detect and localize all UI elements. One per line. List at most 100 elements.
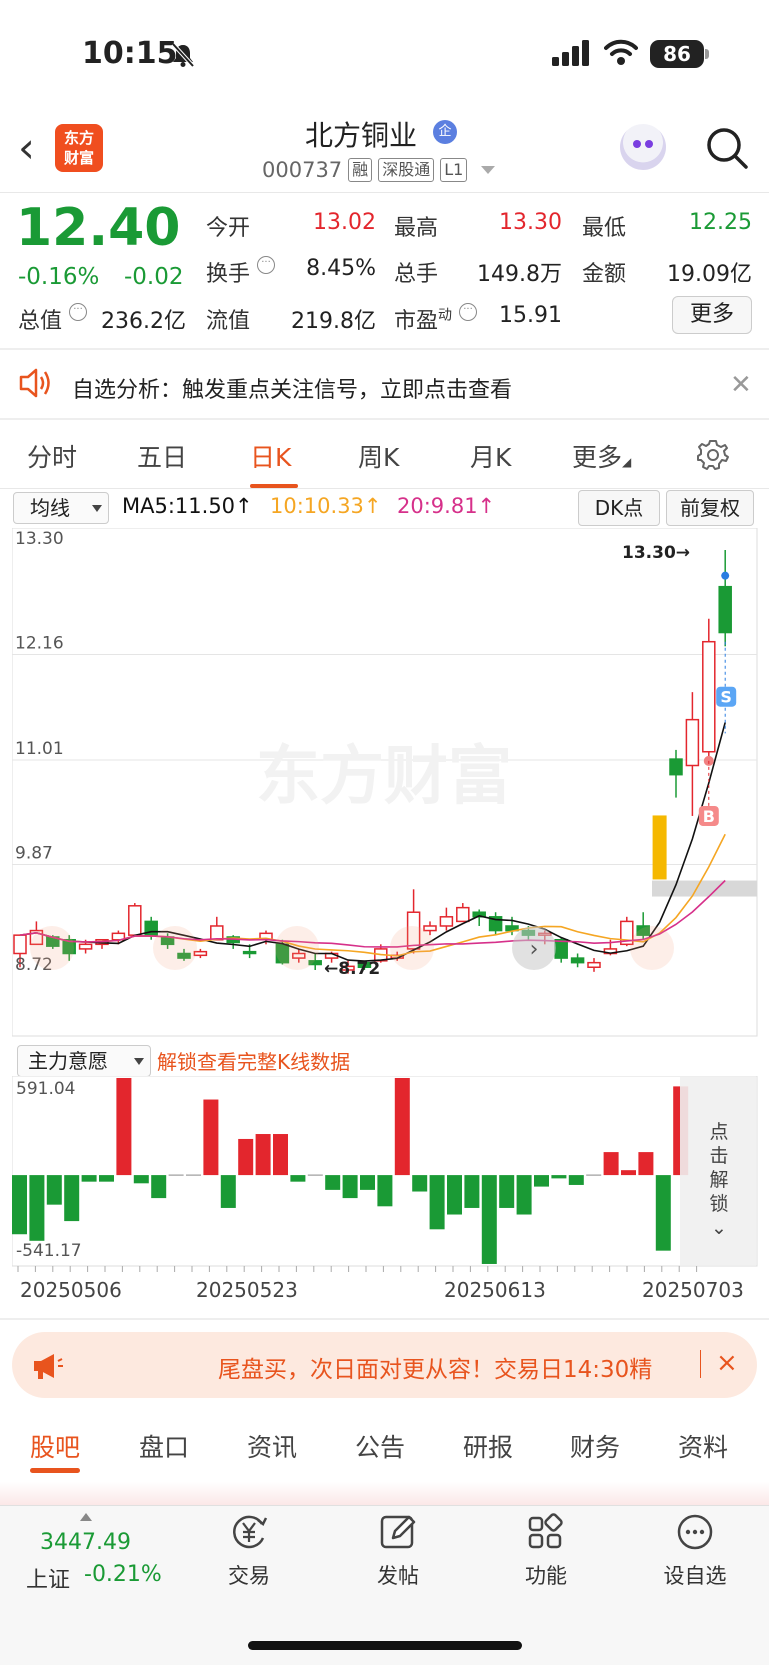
promo-text[interactable]: 尾盘买，次日面对更从容！交易日14:30精: [218, 1350, 652, 1384]
speaker-icon: [19, 368, 50, 398]
index-value[interactable]: 3447.49: [40, 1530, 131, 1555]
apps-grid-icon: [528, 1513, 563, 1549]
tab-profile[interactable]: 资料: [678, 1428, 728, 1464]
notice-text[interactable]: 自选分析：触发重点关注信号，立即点击查看: [72, 372, 512, 404]
force-bar: [238, 1138, 254, 1176]
main-force-bar-chart[interactable]: 591.04 -541.17: [12, 1076, 758, 1276]
tab-intraday[interactable]: 分时: [27, 438, 77, 474]
open-value: 13.02: [313, 210, 376, 235]
quote-divider: [0, 348, 769, 350]
more-quote-button[interactable]: 更多: [672, 296, 752, 334]
event-marker: [630, 926, 674, 970]
dropdown-arrow-icon: [134, 1058, 144, 1065]
unlock-char: 点: [709, 1121, 729, 1143]
cellular-signal-icon: [552, 40, 589, 66]
force-bar: [360, 1175, 375, 1190]
tab-daily-k[interactable]: 日K: [250, 438, 291, 474]
nav-trade-label: 交易: [228, 1564, 270, 1588]
tab-research[interactable]: 研报: [463, 1428, 513, 1464]
turnover-value: 8.45%: [306, 256, 376, 281]
unlock-char: 解: [709, 1169, 729, 1191]
candlestick-chart[interactable]: 东方财富 13.3012.1611.019.878.72 13.30→←8.72…: [12, 528, 758, 1038]
pe-value: 15.91: [499, 303, 562, 328]
candle-body: [702, 640, 716, 753]
turnover-label[interactable]: 换手 ···: [206, 256, 276, 288]
search-icon[interactable]: [705, 126, 749, 170]
megaphone-icon: [34, 1354, 63, 1379]
tab-news[interactable]: 资讯: [247, 1428, 297, 1464]
amount-label: 金额: [582, 262, 627, 287]
tab-weekly-k[interactable]: 周K: [358, 438, 399, 474]
tab-announcements[interactable]: 公告: [355, 1428, 405, 1464]
dk-point-button[interactable]: DK点: [578, 490, 660, 526]
force-bar: [447, 1175, 462, 1215]
notice-close-icon[interactable]: ✕: [730, 370, 752, 400]
candle-body: [456, 906, 470, 923]
lower-indicator-select[interactable]: 主力意愿: [17, 1045, 151, 1077]
logo-text: 东方财富: [63, 129, 94, 167]
home-indicator[interactable]: [248, 1641, 522, 1650]
nav-add-watchlist[interactable]: 设自选: [650, 1512, 740, 1590]
tab-more[interactable]: 更多◢: [572, 438, 631, 474]
force-bar: [203, 1099, 219, 1176]
indicator-select-label: 均线: [30, 496, 70, 520]
force-bar: [621, 1170, 636, 1176]
nav-post[interactable]: 发帖: [353, 1512, 443, 1590]
min-price-label: ←8.72: [324, 959, 380, 979]
back-button[interactable]: ‹: [18, 127, 35, 169]
force-bar: [81, 1175, 97, 1182]
tab-five-day[interactable]: 五日: [137, 438, 187, 474]
pe-label[interactable]: 市盈动 ···: [394, 303, 478, 335]
banner-close-icon[interactable]: ×: [716, 1348, 738, 1378]
tag-connect: 深股通: [378, 158, 435, 182]
mktcap-label[interactable]: 总值 ···: [18, 303, 88, 335]
index-name[interactable]: 上证: [26, 1562, 70, 1594]
amount-value: 19.09亿: [667, 262, 752, 287]
low-value: 12.25: [689, 210, 752, 235]
force-bar: [638, 1152, 654, 1176]
gear-icon[interactable]: [696, 438, 730, 472]
battery-level: 86: [650, 40, 704, 68]
unlock-kline-link[interactable]: 解锁查看完整K线数据: [157, 1046, 350, 1075]
pe-label-text: 市盈: [394, 309, 439, 334]
y-tick-label: 11.01: [15, 739, 64, 759]
notice-divider: [0, 418, 769, 420]
assistant-robot-icon[interactable]: [620, 124, 666, 170]
candle-body: [554, 938, 568, 959]
nav-trade[interactable]: 交易: [204, 1512, 294, 1590]
candle-body: [210, 925, 224, 941]
ma5-value: MA5:11.50↑: [122, 494, 253, 518]
force-bar: [464, 1175, 480, 1208]
adjust-mode-button[interactable]: 前复权: [666, 490, 754, 526]
y-tick-label: -541.17: [16, 1241, 82, 1261]
index-change[interactable]: -0.21%: [84, 1562, 162, 1587]
volume-label: 总手: [394, 262, 439, 287]
unlock-vertical-button[interactable]: 点 击 解 锁 ⌄: [682, 1120, 756, 1240]
force-bar: [342, 1175, 358, 1199]
candle-body: [439, 916, 454, 927]
force-bar: [99, 1175, 114, 1182]
change-amount: -0.02: [124, 264, 184, 290]
tab-finance[interactable]: 财务: [570, 1428, 620, 1464]
more-circle-icon: [677, 1514, 713, 1550]
tab-guba[interactable]: 股吧: [30, 1428, 80, 1464]
volume-value: 149.8万: [477, 262, 562, 287]
chart-bottom-divider: [0, 1318, 769, 1320]
unlock-char: 锁: [709, 1193, 729, 1215]
wifi-icon: [604, 39, 638, 65]
indicator-select[interactable]: 均线: [13, 492, 109, 524]
app-logo[interactable]: 东方财富: [55, 124, 103, 172]
force-bar: [412, 1175, 428, 1192]
nav-functions[interactable]: 功能: [501, 1512, 591, 1590]
nav-post-label: 发帖: [377, 1564, 419, 1588]
tab-monthly-k[interactable]: 月K: [470, 438, 511, 474]
nav-add-watchlist-label: 设自选: [663, 1564, 727, 1588]
caret-up-icon[interactable]: [80, 1513, 92, 1521]
stock-code-row[interactable]: 000737 融 深股通 L1: [262, 158, 496, 182]
watermark: 东方财富: [256, 740, 512, 814]
force-bar: [273, 1134, 288, 1176]
y-tick-label: 13.30: [15, 529, 64, 549]
tab-pankou[interactable]: 盘口: [139, 1428, 189, 1464]
header-divider: [0, 192, 769, 193]
open-dot: [721, 571, 730, 580]
